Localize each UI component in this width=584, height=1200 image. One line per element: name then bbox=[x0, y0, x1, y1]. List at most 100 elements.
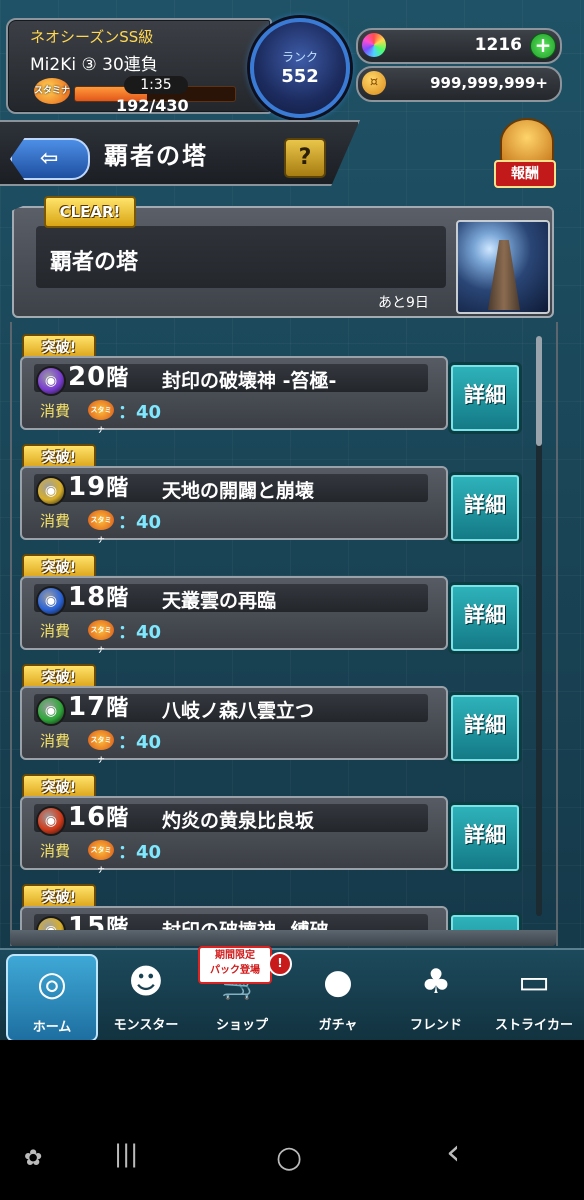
recent-apps-button[interactable]: ||| bbox=[114, 1140, 138, 1168]
reward-button[interactable]: 報酬 bbox=[494, 118, 556, 188]
player-name: Mi2Ki ③ 30連負 bbox=[30, 55, 158, 75]
nav-striker[interactable]: ▭ ストライカー bbox=[490, 954, 578, 1038]
page-title: 覇者の塔 bbox=[104, 142, 208, 170]
limited-pack-badge: 期間限定 パック登場 bbox=[198, 946, 272, 984]
quest-row[interactable]: 突破! ◉ 18階 天叢雲の再臨 消費 スタミナ ：40 詳細 bbox=[20, 550, 522, 656]
nav-monster[interactable]: ☻ モンスター bbox=[102, 954, 190, 1038]
home-icon: ◎ bbox=[37, 964, 67, 1004]
rank-value: 552 bbox=[281, 66, 319, 87]
scrollbar[interactable] bbox=[536, 336, 542, 916]
floor-unit: 階 bbox=[106, 586, 130, 611]
tower-thumbnail bbox=[456, 220, 550, 314]
element-water-icon: ◉ bbox=[36, 586, 66, 616]
friends-icon: ♣ bbox=[420, 962, 452, 1002]
cost-label: 消費 bbox=[40, 732, 71, 750]
back-button[interactable]: ⇦ bbox=[10, 138, 90, 180]
nav-friend[interactable]: ♣ フレンド bbox=[392, 954, 480, 1038]
stamina-icon: スタミナ bbox=[88, 620, 114, 654]
reward-crest-icon bbox=[500, 118, 554, 166]
gacha-egg-icon: ● bbox=[323, 962, 353, 1002]
element-light-icon: ◉ bbox=[36, 476, 66, 506]
nav-label: モンスター bbox=[113, 1018, 179, 1033]
cost-value: ：40 bbox=[118, 402, 162, 423]
floor-number: 17階 bbox=[68, 690, 129, 722]
gold-count: 999,999,999+ bbox=[430, 74, 548, 92]
stamina-icon: スタミナ bbox=[88, 840, 114, 874]
quest-card[interactable]: ◉ 18階 天叢雲の再臨消費 スタミナ ：40 bbox=[20, 576, 448, 654]
reward-label: 報酬 bbox=[494, 160, 556, 188]
quest-card[interactable]: ◉ 20階 封印の破壊神 ‐笞極‐ 消費 スタミナ ：40 bbox=[20, 356, 448, 434]
rank-badge[interactable]: ランク 552 bbox=[250, 18, 350, 118]
nav-label: フレンド bbox=[409, 1018, 462, 1033]
help-button[interactable]: ? bbox=[284, 138, 326, 178]
detail-button[interactable]: 詳細 bbox=[448, 802, 522, 874]
home-system-button[interactable]: ○ bbox=[276, 1140, 302, 1175]
add-orb-button[interactable]: + bbox=[530, 33, 556, 59]
floor-value: 18 bbox=[68, 582, 107, 612]
floor-unit: 階 bbox=[106, 476, 130, 501]
cost-value: ：40 bbox=[118, 622, 162, 643]
detail-button[interactable]: 詳細 bbox=[448, 692, 522, 764]
quest-card[interactable]: ◉ 17階 八岐ノ森八雲立つ 消費 スタミナ ：40 bbox=[20, 686, 448, 764]
back-arrow-icon: ⇦ bbox=[40, 146, 59, 171]
quest-row[interactable]: 突破! ◉ 20階 封印の破壊神 ‐笞極‐ 消費 スタミナ ：40 詳細 bbox=[20, 330, 522, 436]
floor-number: 20階 bbox=[68, 360, 129, 392]
event-days-left: あと9日 bbox=[378, 295, 429, 311]
cost-label: 消費 bbox=[40, 622, 71, 640]
cost-label: 消費 bbox=[40, 402, 71, 420]
cost-value: ：40 bbox=[118, 732, 162, 753]
scrollbar-thumb[interactable] bbox=[536, 336, 542, 446]
quest-card[interactable]: ◉ 19階 天地の開闢と崩壊 消費 スタミナ ：40 bbox=[20, 466, 448, 544]
tower-image bbox=[488, 240, 520, 310]
list-bottom-edge bbox=[10, 930, 556, 946]
rank-label: ランク bbox=[281, 50, 318, 64]
element-wood-icon: ◉ bbox=[36, 696, 66, 726]
quest-row[interactable]: 突破! ◉ 16階 灼炎の黄泉比良坂 消費 スタミナ ：40 詳細 bbox=[20, 770, 522, 876]
bottom-nav: ◎ ホーム ☻ モンスター 🛒 ショップ ● ガチャ ♣ フレンド ▭ ストライ… bbox=[0, 948, 584, 1040]
cost-label: 消費 bbox=[40, 842, 71, 860]
nav-gacha[interactable]: ● ガチャ bbox=[294, 954, 382, 1038]
detail-button[interactable]: 詳細 bbox=[448, 582, 522, 654]
nav-label: ガチャ bbox=[318, 1018, 358, 1033]
cost-value: ：40 bbox=[118, 842, 162, 863]
alert-badge: ! bbox=[268, 952, 292, 976]
assistant-icon[interactable]: ✿ bbox=[24, 1146, 42, 1171]
gold-counter[interactable]: ¤ 999,999,999+ bbox=[356, 66, 562, 102]
nav-label: ホーム bbox=[32, 1020, 72, 1035]
stamina-icon: スタミナ bbox=[88, 400, 114, 434]
clear-badge: CLEAR! bbox=[44, 196, 136, 228]
detail-button[interactable]: 詳細 bbox=[448, 472, 522, 544]
quest-row[interactable]: 突破! ◉ 17階 八岐ノ森八雲立つ 消費 スタミナ ：40 詳細 bbox=[20, 660, 522, 766]
gem-count: 1216 bbox=[474, 35, 522, 55]
floor-value: 19 bbox=[68, 472, 107, 502]
orb-icon bbox=[362, 33, 386, 57]
stamina-icon: スタミナ bbox=[88, 510, 114, 544]
stamina-timer: 1:35 bbox=[124, 76, 188, 94]
event-name: 覇者の塔 bbox=[50, 250, 139, 275]
status-hud: ネオシーズンSS級 Mi2Ki ③ 30連負 スタミナ 1:35 192/430… bbox=[6, 12, 578, 118]
detail-button[interactable]: 詳細 bbox=[448, 362, 522, 434]
gem-counter[interactable]: 1216 + bbox=[356, 28, 562, 64]
floor-value: 17 bbox=[68, 692, 107, 722]
back-system-button[interactable]: ‹ bbox=[446, 1132, 460, 1173]
element-fire-icon: ◉ bbox=[36, 806, 66, 836]
quest-list[interactable]: 突破! ◉ 20階 封印の破壊神 ‐笞極‐ 消費 スタミナ ：40 詳細 突破! ◉ 19階 天地の開… bbox=[0, 330, 584, 940]
coin-icon: ¤ bbox=[362, 71, 386, 95]
player-panel[interactable]: ネオシーズンSS級 Mi2Ki ③ 30連負 スタミナ 1:35 192/430 bbox=[6, 18, 272, 115]
quest-name: 天地の開闢と崩壊 bbox=[162, 480, 315, 502]
quest-card[interactable]: ◉ 16階 灼炎の黄泉比良坂 消費 スタミナ ：40 bbox=[20, 796, 448, 874]
nav-label: ストライカー bbox=[494, 1018, 573, 1033]
quest-name: 灼炎の黄泉比良坂 bbox=[162, 810, 315, 832]
element-purple-icon: ◉ bbox=[36, 366, 66, 396]
quest-name: 封印の破壊神 ‐笞極‐ bbox=[162, 370, 337, 392]
floor-value: 20 bbox=[68, 362, 107, 392]
quest-row[interactable]: 突破! ◉ 19階 天地の開闢と崩壊 消費 スタミナ ：40 詳細 bbox=[20, 440, 522, 546]
nav-home[interactable]: ◎ ホーム bbox=[6, 954, 98, 1040]
nav-label: ショップ bbox=[215, 1018, 268, 1033]
quest-name: 天叢雲の再臨 bbox=[162, 590, 277, 612]
striker-card-icon: ▭ bbox=[517, 962, 551, 1002]
cost-value: ：40 bbox=[118, 512, 162, 533]
floor-value: 16 bbox=[68, 802, 107, 832]
floor-unit: 階 bbox=[106, 696, 130, 721]
system-nav-bar bbox=[0, 1040, 584, 1200]
